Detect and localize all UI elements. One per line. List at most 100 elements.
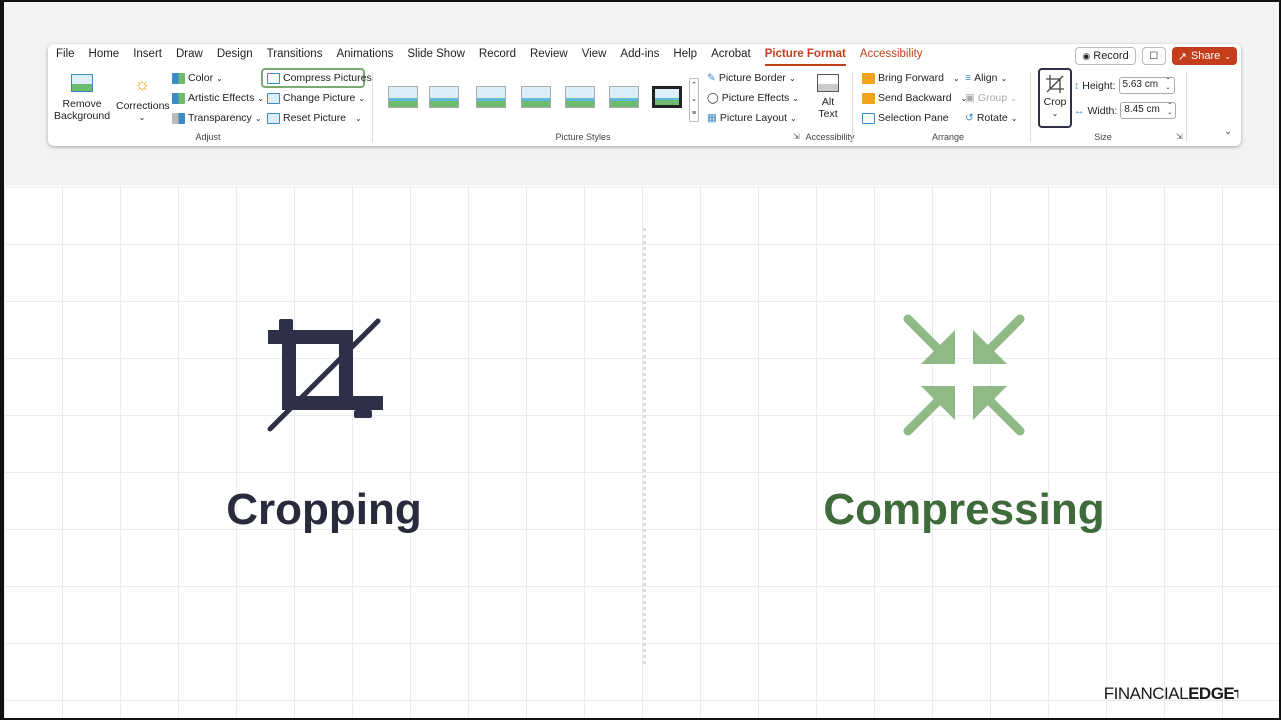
compress-pictures-button[interactable]: Compress Pictures <box>267 72 372 84</box>
group-icon: ▣ <box>965 92 975 104</box>
tab-slide-show[interactable]: Slide Show <box>407 48 465 66</box>
comment-icon: ☐ <box>1149 50 1159 62</box>
tab-record[interactable]: Record <box>479 48 516 66</box>
picture-style-4[interactable] <box>521 86 551 108</box>
corrections-button[interactable]: ☼ Corrections ⌄ <box>116 74 170 124</box>
tab-add-ins[interactable]: Add-ins <box>620 48 659 66</box>
width-label: Width: <box>1087 104 1118 117</box>
tab-home[interactable]: Home <box>89 48 120 66</box>
separator <box>372 72 373 142</box>
dialog-launcher-icon[interactable]: ⇲ <box>1176 132 1183 141</box>
reset-picture-button[interactable]: Reset Picture ⌄ <box>267 112 362 124</box>
sun-icon: ☼ <box>133 74 151 94</box>
alt-text-icon <box>817 74 839 92</box>
separator <box>1186 72 1187 142</box>
tab-design[interactable]: Design <box>217 48 253 66</box>
crop-button[interactable]: Crop ⌄ <box>1040 74 1070 120</box>
artistic-effects-button[interactable]: Artistic Effects ⌄ <box>172 92 264 104</box>
picture-style-3[interactable] <box>476 86 506 108</box>
picture-style-6[interactable] <box>609 86 639 108</box>
chevron-down-icon: ⌄ <box>254 113 262 123</box>
separator <box>852 72 853 142</box>
selection-pane-label: Selection Pane <box>878 112 949 124</box>
color-button[interactable]: Color ⌄ <box>172 72 223 84</box>
chevron-down-icon: ⌄ <box>216 73 223 83</box>
pencil-icon: ✎ <box>707 72 716 84</box>
remove-background-button[interactable]: Remove Background <box>54 74 110 122</box>
selection-pane-button[interactable]: Selection Pane <box>862 112 949 124</box>
picture-border-button[interactable]: ✎ Picture Border ⌄ <box>707 72 796 84</box>
logo-light: FINANCIAL <box>1103 684 1189 703</box>
styles-gallery-scroller[interactable]: ⌃ ⌄ ≡ <box>689 78 699 122</box>
picture-style-5[interactable] <box>565 86 595 108</box>
reset-picture-icon <box>267 112 280 124</box>
tab-view[interactable]: View <box>582 48 607 66</box>
bring-forward-icon <box>862 72 875 84</box>
chevron-down-icon: ⌄ <box>1000 73 1008 83</box>
bring-forward-button[interactable]: Bring Forward ⌄ <box>862 72 960 84</box>
picture-style-7[interactable] <box>652 86 682 108</box>
chevron-down-icon: ⌄ <box>355 113 362 123</box>
color-label: Color <box>188 72 214 84</box>
tab-transitions[interactable]: Transitions <box>267 48 323 66</box>
tab-acrobat[interactable]: Acrobat <box>711 48 751 66</box>
corrections-label: Corrections <box>116 100 170 112</box>
alt-text-label-2: Text <box>818 108 838 120</box>
tab-help[interactable]: Help <box>673 48 697 66</box>
share-label: Share <box>1190 50 1221 62</box>
arrange-group-label: Arrange <box>931 132 965 142</box>
ribbon: File Home Insert Draw Design Transitions… <box>48 44 1241 146</box>
collapse-ribbon-icon[interactable]: ⌄ <box>1224 126 1232 137</box>
tab-file[interactable]: File <box>56 48 75 66</box>
financial-edge-logo: FINANCIALEDGE┑ <box>1103 684 1242 704</box>
height-input[interactable]: 5.63 cm <box>1118 77 1175 94</box>
chevron-down-icon: ⌄ <box>790 113 797 123</box>
picture-layout-label: Picture Layout <box>719 112 788 124</box>
tab-animations[interactable]: Animations <box>336 48 393 66</box>
picture-effects-label: Picture Effects <box>721 92 790 104</box>
rotate-icon: ↺ <box>965 112 974 124</box>
alt-text-button[interactable]: Alt Text <box>808 74 848 120</box>
change-picture-button[interactable]: Change Picture ⌄ <box>267 92 365 104</box>
chevron-down-icon: ⌄ <box>1010 93 1017 103</box>
chevron-down-icon: ⌄ <box>138 113 146 122</box>
tab-accessibility[interactable]: Accessibility <box>860 48 923 66</box>
change-picture-icon <box>267 92 280 104</box>
selection-pane-icon <box>862 112 875 124</box>
share-button[interactable]: ↗ Share ⌄ <box>1171 47 1237 65</box>
rotate-button[interactable]: ↺ Rotate ⌄ <box>965 112 1017 124</box>
picture-style-2[interactable] <box>429 86 459 108</box>
send-backward-label: Send Backward <box>878 92 952 104</box>
compressing-title: Compressing <box>823 485 1105 534</box>
tab-picture-format[interactable]: Picture Format <box>764 48 846 66</box>
dialog-launcher-icon[interactable]: ⇲ <box>793 132 800 141</box>
send-backward-button[interactable]: Send Backward ⌄ <box>862 92 967 104</box>
tab-draw[interactable]: Draw <box>176 48 203 66</box>
tab-review[interactable]: Review <box>530 48 568 66</box>
record-icon: ◉ <box>1082 50 1091 61</box>
picture-layout-button[interactable]: ▦ Picture Layout ⌄ <box>707 112 797 124</box>
align-icon: ≡ <box>965 72 972 84</box>
size-group-label: Size <box>1094 132 1112 142</box>
color-icon <box>172 72 185 84</box>
transparency-icon <box>172 112 185 124</box>
align-button[interactable]: ≡ Align ⌄ <box>965 72 1007 84</box>
logo-bold: EDGE <box>1188 684 1235 703</box>
chevron-down-icon: ⌄ <box>952 73 960 83</box>
picture-border-label: Picture Border <box>718 72 786 84</box>
group-button[interactable]: ▣ Group ⌄ <box>965 92 1017 104</box>
tab-insert[interactable]: Insert <box>133 48 162 66</box>
height-field: ↕ Height: 5.63 cm <box>1074 77 1175 94</box>
chevron-down-icon: ⌄ <box>1224 51 1231 61</box>
picture-style-1[interactable] <box>388 86 418 108</box>
picture-effects-button[interactable]: ◯ Picture Effects ⌄ <box>707 92 799 104</box>
transparency-label: Transparency <box>188 112 252 124</box>
width-input[interactable]: 8.45 cm <box>1120 102 1177 119</box>
comments-button[interactable]: ☐ <box>1141 47 1166 65</box>
remove-background-label-1: Remove <box>62 98 102 110</box>
compress-pictures-icon <box>267 72 280 84</box>
picture-effects-icon: ◯ <box>707 92 719 104</box>
transparency-button[interactable]: Transparency ⌄ <box>172 112 262 124</box>
chevron-down-icon: ⌄ <box>257 93 265 103</box>
record-button[interactable]: ◉ Record <box>1075 47 1136 65</box>
